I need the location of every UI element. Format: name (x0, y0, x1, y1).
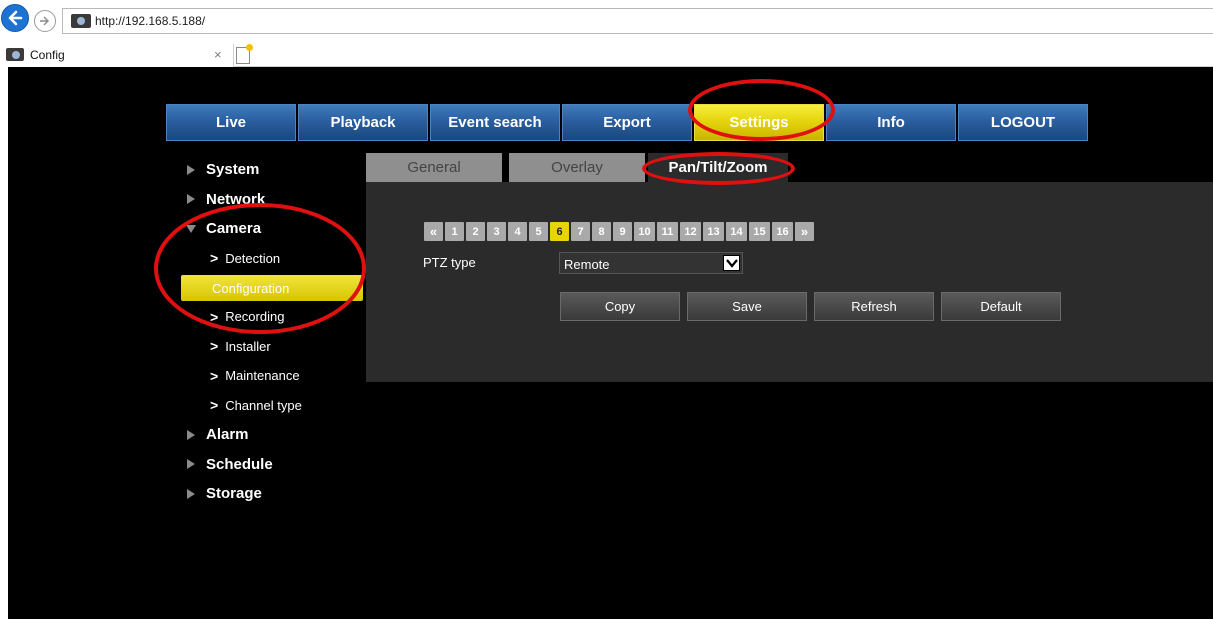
default-button[interactable]: Default (941, 292, 1061, 321)
sidebar-subitem-configuration[interactable]: Configuration (181, 275, 363, 301)
sidebar-item-system[interactable]: System (178, 155, 368, 185)
chevron-right-icon: > (210, 338, 219, 355)
chevron-right-icon: > (210, 397, 219, 414)
camera-favicon-icon (71, 14, 91, 28)
close-tab-icon[interactable]: × (214, 47, 222, 62)
tab-title: Config (30, 48, 65, 62)
sidebar-subitem-maintenance[interactable]: > Maintenance (178, 361, 368, 391)
sidebar-item-label: Configuration (212, 280, 290, 296)
expand-arrow-icon (187, 488, 195, 499)
sidebar-subitem-detection[interactable]: > Detection (178, 244, 368, 274)
sidebar-item-label: Detection (225, 250, 281, 266)
sidebar-item-label: Alarm (206, 426, 249, 444)
sidebar-item-storage[interactable]: Storage (178, 479, 368, 509)
ptz-type-label: PTZ type (423, 255, 476, 270)
channel-button[interactable]: 16 (772, 222, 793, 241)
sidebar-item-schedule[interactable]: Schedule (178, 450, 368, 480)
channel-button[interactable]: 12 (680, 222, 701, 241)
channel-button[interactable]: 9 (613, 222, 632, 241)
tab-overlay[interactable]: Overlay (509, 153, 645, 182)
channel-button[interactable]: 4 (508, 222, 527, 241)
channel-button[interactable]: 7 (571, 222, 590, 241)
sidebar-item-camera[interactable]: Camera (178, 214, 368, 244)
tab-general[interactable]: General (366, 153, 502, 182)
browser-address-bar: http://192.168.5.188/ (0, 0, 1213, 44)
channel-button[interactable]: 2 (466, 222, 485, 241)
collapse-arrow-icon (186, 224, 196, 233)
sidebar-subitem-installer[interactable]: > Installer (178, 332, 368, 362)
camera-favicon-icon (6, 48, 24, 61)
sidebar-item-label: Storage (206, 485, 262, 503)
dvr-config-page: Live Playback Event search Export Settin… (8, 67, 1213, 619)
channel-button-selected[interactable]: 6 (550, 222, 569, 241)
sidebar-item-label: Recording (225, 309, 285, 325)
expand-arrow-icon (187, 164, 195, 175)
nav-settings[interactable]: Settings (694, 104, 824, 141)
channel-button[interactable]: 15 (749, 222, 770, 241)
sidebar-item-label: Channel type (225, 397, 302, 413)
chevron-right-icon: > (210, 308, 219, 325)
channel-button[interactable]: 8 (592, 222, 611, 241)
sidebar-item-label: Camera (206, 220, 262, 238)
browser-tab-strip: Config × (0, 44, 1213, 67)
sidebar-item-label: Installer (225, 338, 271, 354)
action-buttons: Copy Save Refresh Default (560, 292, 1068, 321)
main-nav: Live Playback Event search Export Settin… (166, 104, 1090, 141)
dropdown-arrow-icon[interactable] (723, 255, 740, 271)
nav-live[interactable]: Live (166, 104, 296, 141)
channel-button[interactable]: 1 (445, 222, 464, 241)
refresh-button[interactable]: Refresh (814, 292, 934, 321)
channel-button[interactable]: 11 (657, 222, 678, 241)
nav-event-search[interactable]: Event search (430, 104, 560, 141)
channel-button[interactable]: 3 (487, 222, 506, 241)
channel-button[interactable]: 5 (529, 222, 548, 241)
new-tab-icon[interactable] (236, 44, 253, 64)
chevron-right-icon: > (210, 367, 219, 384)
channel-button[interactable]: 13 (703, 222, 724, 241)
sidebar-item-network[interactable]: Network (178, 185, 368, 215)
save-button[interactable]: Save (687, 292, 807, 321)
copy-button[interactable]: Copy (560, 292, 680, 321)
sidebar-item-label: Schedule (206, 455, 273, 473)
channel-pager: « 1 2 3 4 5 6 7 8 9 10 11 12 13 14 15 16… (424, 222, 816, 241)
ptz-type-select[interactable]: Remote (559, 252, 743, 274)
chevron-right-icon: > (210, 250, 219, 267)
channel-button[interactable]: 14 (726, 222, 747, 241)
sidebar-item-label: System (206, 161, 260, 179)
browser-tab-config[interactable]: Config × (0, 44, 234, 67)
next-page-icon[interactable]: » (795, 222, 814, 241)
settings-sidebar: System Network Camera > Detection Configu… (178, 155, 368, 509)
nav-export[interactable]: Export (562, 104, 692, 141)
expand-arrow-icon (187, 194, 195, 205)
arrow-right-icon (40, 16, 49, 26)
url-text: http://192.168.5.188/ (95, 14, 206, 28)
sidebar-subitem-channel-type[interactable]: > Channel type (178, 391, 368, 421)
sidebar-subitem-recording[interactable]: > Recording (178, 302, 368, 332)
forward-button[interactable] (34, 10, 56, 32)
expand-arrow-icon (187, 429, 195, 440)
nav-playback[interactable]: Playback (298, 104, 428, 141)
sidebar-item-alarm[interactable]: Alarm (178, 420, 368, 450)
channel-button[interactable]: 10 (634, 222, 655, 241)
arrow-left-icon (8, 10, 23, 26)
ptz-settings-panel (366, 182, 1213, 382)
tab-pan-tilt-zoom[interactable]: Pan/Tilt/Zoom (648, 153, 788, 182)
sidebar-item-label: Network (206, 190, 266, 208)
back-button[interactable] (1, 4, 29, 32)
nav-logout[interactable]: LOGOUT (958, 104, 1088, 141)
prev-page-icon[interactable]: « (424, 222, 443, 241)
sidebar-item-label: Maintenance (225, 368, 300, 384)
page-viewport: Live Playback Event search Export Settin… (0, 67, 1213, 619)
url-field[interactable]: http://192.168.5.188/ (62, 8, 1213, 34)
nav-info[interactable]: Info (826, 104, 956, 141)
ptz-type-value: Remote (564, 257, 610, 272)
expand-arrow-icon (187, 459, 195, 470)
